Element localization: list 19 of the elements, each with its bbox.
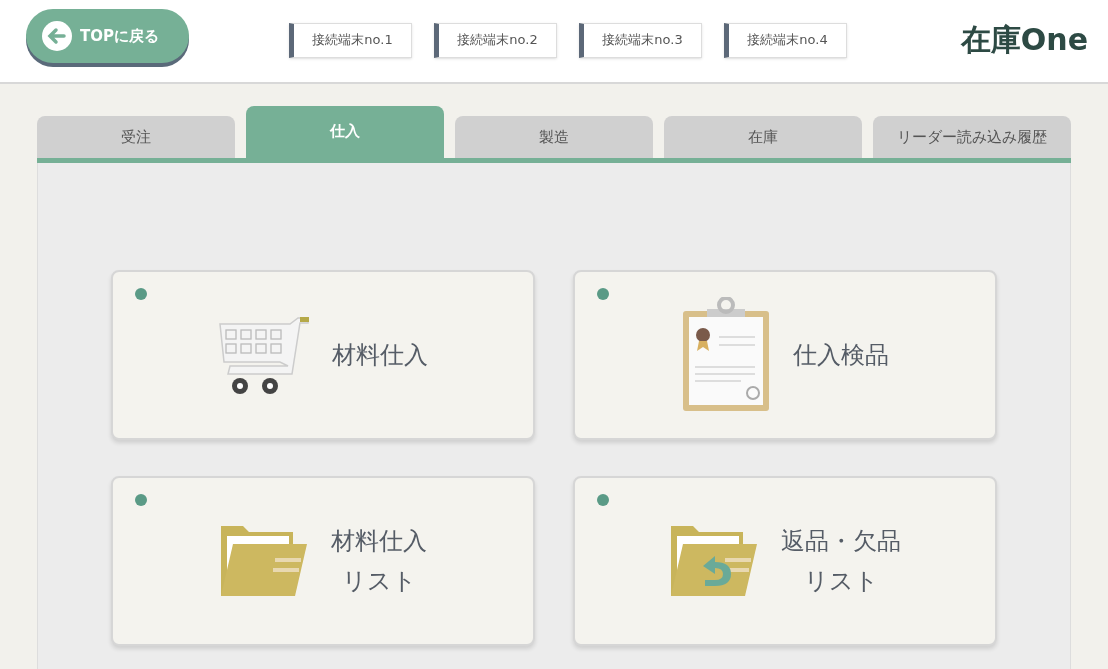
tile-label: 材料仕入 リスト [331,526,427,597]
terminal-label: 接続端末no.3 [579,22,702,58]
terminal-label: 接続端末no.4 [724,22,847,58]
terminal-label: 接続端末no.2 [434,22,557,58]
tab[interactable]: 受注 [37,116,235,158]
clipboard-icon [681,297,771,413]
menu-tile[interactable]: 返品・欠品 リスト [573,476,997,646]
tab[interactable]: 在庫 [664,116,862,158]
menu-tile[interactable]: 仕入検品 [573,270,997,440]
tile-label: 材料仕入 [332,340,428,371]
tile-label: 返品・欠品 リスト [781,526,901,597]
menu-tile[interactable]: 材料仕入 [111,270,535,440]
terminal-label: 接続端末no.1 [289,22,412,58]
tab[interactable]: リーダー読み込み履歴 [873,116,1071,158]
logo: 在庫One [960,20,1088,59]
tab[interactable]: 製造 [455,116,653,158]
menu-tile[interactable]: 材料仕入 リスト [111,476,535,646]
tile-label: 仕入検品 [793,340,889,371]
shopping-cart-icon [218,314,310,396]
